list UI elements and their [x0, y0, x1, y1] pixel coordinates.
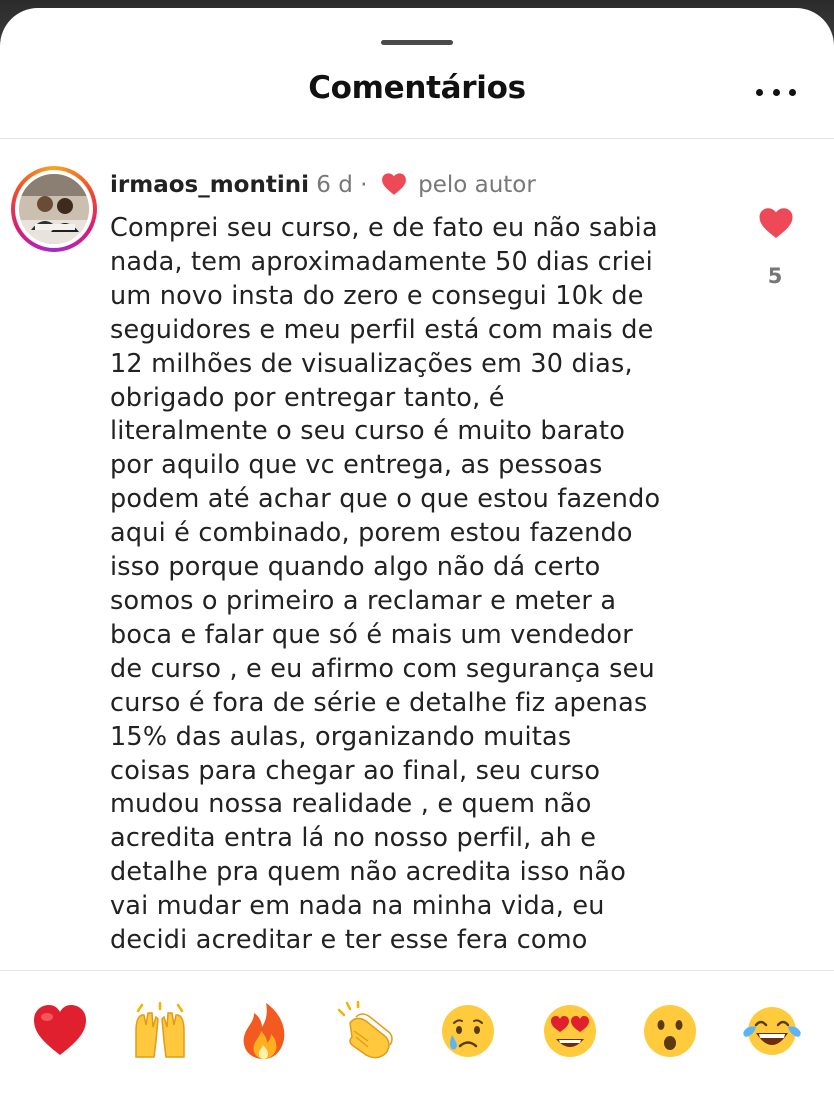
page-title: Comentários — [308, 70, 526, 106]
heart-filled-icon — [759, 208, 793, 238]
red-heart-emoji-button[interactable] — [30, 1001, 90, 1061]
clapping-hands-emoji-button[interactable] — [336, 1000, 396, 1061]
avatar-ring-gap — [15, 170, 93, 248]
comment-username[interactable]: irmaos_montini — [110, 172, 309, 198]
comment-header: irmaos_montini 6 d · pelo autor — [110, 170, 536, 200]
surprised-face-icon — [644, 1005, 696, 1057]
clapping-hands-icon — [337, 1000, 393, 1059]
like-button[interactable] — [758, 206, 794, 240]
fire-icon — [243, 1003, 285, 1059]
red-heart-icon — [34, 1005, 86, 1055]
emoji-reaction-bar — [0, 970, 834, 1094]
crying-face-emoji-button[interactable] — [438, 1001, 498, 1061]
fire-emoji-button[interactable] — [234, 1001, 294, 1061]
sheet-grabber[interactable] — [381, 40, 453, 45]
header-divider — [0, 138, 834, 139]
raising-hands-icon — [135, 1001, 185, 1058]
avatar-photo — [19, 174, 89, 244]
meta-separator: · — [360, 172, 368, 198]
comment-text: Comprei seu curso, e de fato eu não sabi… — [110, 213, 661, 956]
tears-of-joy-face-icon — [743, 1007, 801, 1055]
more-dot-icon — [756, 88, 763, 96]
heart-eyes-face-icon — [544, 1005, 596, 1057]
surprised-face-emoji-button[interactable] — [640, 1001, 700, 1061]
like-count[interactable]: 5 — [752, 264, 798, 288]
raising-hands-emoji-button[interactable] — [130, 1001, 190, 1061]
tears-of-joy-face-emoji-button[interactable] — [742, 1001, 802, 1061]
more-dot-icon — [772, 88, 780, 96]
heart-icon — [381, 172, 407, 196]
crying-face-icon — [442, 1005, 494, 1057]
more-dot-icon — [789, 88, 796, 96]
avatar[interactable] — [11, 166, 97, 252]
heart-eyes-face-emoji-button[interactable] — [540, 1001, 600, 1061]
more-options-button[interactable] — [756, 80, 796, 104]
comment-time: 6 d — [316, 172, 353, 198]
liked-by-author-label: pelo autor — [418, 172, 536, 198]
comments-sheet: Comentários irmaos_montini 6 d · pelo au… — [0, 8, 834, 1094]
